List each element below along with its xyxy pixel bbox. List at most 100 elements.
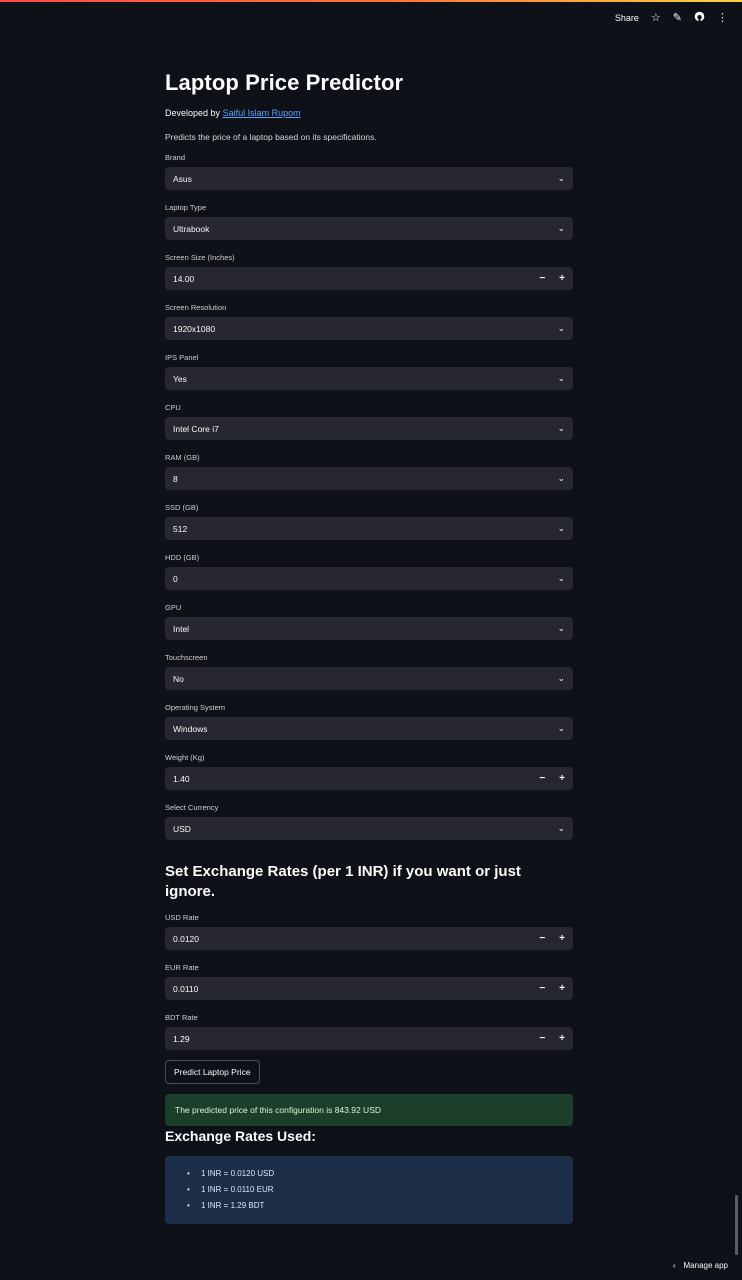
chevron-down-icon: ⌄ [557,473,565,483]
ram-field: RAM (GB) 8 ⌄ [165,452,573,490]
currency-field: Select Currency USD ⌄ [165,802,573,840]
spec-form: Brand Asus ⌄ Laptop Type Ultrabook ⌄ Scr… [165,152,573,840]
touchscreen-label: Touchscreen [165,653,208,662]
pencil-icon[interactable]: ✎ [673,12,682,24]
gpu-label: GPU [165,603,182,612]
exchange-rates-form: USD Rate 0.0120 − + EUR Rate 0.0110 − + … [165,912,573,1050]
page-title: Laptop Price Predictor [165,70,404,95]
screen-size-stepper: − + [539,273,565,284]
prediction-result: The predicted price of this configuratio… [165,1094,573,1126]
ips-panel-value: Yes [173,373,187,384]
screen-size-label: Screen Size (Inches) [165,253,235,262]
developer-link[interactable]: Saiful Islam Rupom [223,108,301,118]
os-select[interactable]: Windows ⌄ [165,717,573,740]
main-content: Laptop Price Predictor Developed by Saif… [165,68,573,1224]
gpu-select[interactable]: Intel ⌄ [165,617,573,640]
screen-size-field: Screen Size (Inches) 14.00 − + [165,252,573,290]
increment-button[interactable]: + [559,1033,565,1044]
chevron-down-icon: ⌄ [557,673,565,683]
developer-credit: Developed by Saiful Islam Rupom [165,108,573,118]
brand-value: Asus [173,173,192,184]
bdt-rate-label: BDT Rate [165,1013,198,1022]
screen-resolution-field: Screen Resolution 1920x1080 ⌄ [165,302,573,340]
brand-select[interactable]: Asus ⌄ [165,167,573,190]
cpu-select[interactable]: Intel Core i7 ⌄ [165,417,573,440]
screen-resolution-select[interactable]: 1920x1080 ⌄ [165,317,573,340]
brand-field: Brand Asus ⌄ [165,152,573,190]
weight-field: Weight (Kg) 1.40 − + [165,752,573,790]
scrollbar[interactable] [735,1195,738,1255]
hdd-field: HDD (GB) 0 ⌄ [165,552,573,590]
screen-size-value: 14.00 [173,273,195,284]
screen-resolution-label: Screen Resolution [165,303,227,312]
laptop-type-select[interactable]: Ultrabook ⌄ [165,217,573,240]
chevron-down-icon: ⌄ [557,573,565,583]
ram-value: 8 [173,473,178,484]
chevron-down-icon: ⌄ [557,823,565,833]
manage-app-label: Manage app [683,1261,728,1270]
exchange-rates-heading: Set Exchange Rates (per 1 INR) if you wa… [165,863,521,900]
usd-rate-label: USD Rate [165,913,199,922]
ips-panel-field: IPS Panel Yes ⌄ [165,352,573,390]
gpu-value: Intel [173,623,190,634]
increment-button[interactable]: + [559,983,565,994]
ips-panel-label: IPS Panel [165,353,199,362]
usd-rate-stepper: − + [539,933,565,944]
hdd-value: 0 [173,573,178,584]
eur-rate-input[interactable]: 0.0110 − + [165,977,573,1000]
cpu-value: Intel Core i7 [173,423,219,434]
os-label: Operating System [165,703,226,712]
currency-label: Select Currency [165,803,219,812]
ram-label: RAM (GB) [165,453,200,462]
predict-button[interactable]: Predict Laptop Price [165,1060,260,1084]
chevron-down-icon: ⌄ [557,173,565,183]
rates-used-box: • 1 INR = 0.0120 USD • 1 INR = 0.0110 EUR … [165,1156,573,1224]
manage-app-button[interactable]: ‹ Manage app [673,1261,728,1270]
decrement-button[interactable]: − [539,1033,545,1044]
currency-value: USD [173,823,191,834]
chevron-down-icon: ⌄ [557,623,565,633]
decrement-button[interactable]: − [539,933,545,944]
touchscreen-value: No [173,673,184,684]
laptop-type-field: Laptop Type Ultrabook ⌄ [165,202,573,240]
decrement-button[interactable]: − [539,983,545,994]
app-toolbar: Share ☆ ✎ ⋮ [615,10,728,26]
app-description: Predicts the price of a laptop based on … [165,132,377,142]
list-item: • 1 INR = 0.0120 USD [187,1169,275,1178]
ssd-select[interactable]: 512 ⌄ [165,517,573,540]
bdt-rate-field: BDT Rate 1.29 − + [165,1012,573,1050]
rates-used-heading: Exchange Rates Used: [165,1128,316,1144]
chevron-down-icon: ⌄ [557,373,565,383]
laptop-type-label: Laptop Type [165,203,207,212]
chevron-left-icon: ‹ [672,1261,676,1270]
touchscreen-field: Touchscreen No ⌄ [165,652,573,690]
ram-select[interactable]: 8 ⌄ [165,467,573,490]
weight-input[interactable]: 1.40 − + [165,767,573,790]
eur-rate-label: EUR Rate [165,963,199,972]
eur-rate-stepper: − + [539,983,565,994]
increment-button[interactable]: + [559,773,565,784]
bdt-rate-stepper: − + [539,1033,565,1044]
decrement-button[interactable]: − [539,773,545,784]
hdd-select[interactable]: 0 ⌄ [165,567,573,590]
list-item: • 1 INR = 1.29 BDT [187,1201,265,1210]
usd-rate-input[interactable]: 0.0120 − + [165,927,573,950]
brand-label: Brand [165,153,186,162]
share-button[interactable]: Share [615,13,639,23]
github-icon[interactable] [694,11,705,25]
screen-size-input[interactable]: 14.00 − + [165,267,573,290]
list-item: • 1 INR = 0.0110 EUR [187,1185,274,1194]
bdt-rate-input[interactable]: 1.29 − + [165,1027,573,1050]
cpu-label: CPU [165,403,181,412]
currency-select[interactable]: USD ⌄ [165,817,573,840]
kebab-menu-icon[interactable]: ⋮ [717,12,728,24]
screen-resolution-value: 1920x1080 [173,323,216,334]
increment-button[interactable]: + [559,933,565,944]
usd-rate-field: USD Rate 0.0120 − + [165,912,573,950]
decrement-button[interactable]: − [539,273,545,284]
increment-button[interactable]: + [559,273,565,284]
touchscreen-select[interactable]: No ⌄ [165,667,573,690]
ips-panel-select[interactable]: Yes ⌄ [165,367,573,390]
star-icon[interactable]: ☆ [651,12,661,24]
chevron-down-icon: ⌄ [557,523,565,533]
